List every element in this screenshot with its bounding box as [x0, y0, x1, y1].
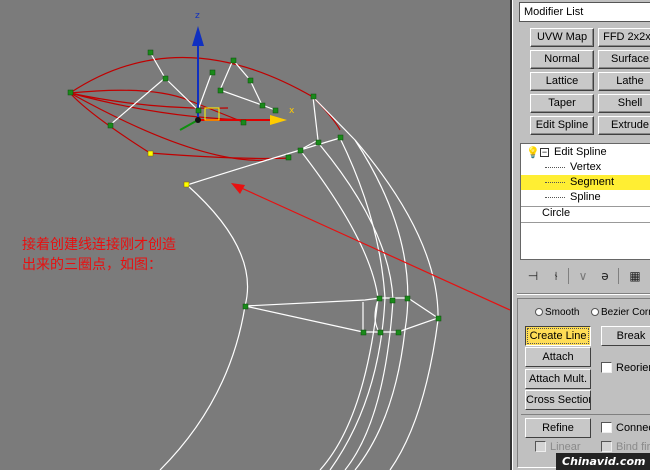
watermark: Chinavid.com [556, 453, 650, 470]
configure-modifier-sets-icon[interactable]: ▦ [626, 268, 644, 284]
modifier-button-extrude[interactable]: Extrude [598, 116, 650, 135]
attach-button[interactable]: Attach [525, 347, 591, 367]
stack-divider [521, 222, 650, 223]
stack-base-label: Circle [542, 207, 571, 219]
toolbar-separator [618, 268, 619, 284]
command-panel: Modifier List UVW Map FFD 2x2x2 Normal S… [512, 0, 650, 470]
spline-scene[interactable]: z x [0, 0, 510, 470]
radio-icon [535, 308, 543, 316]
transform-gizmo[interactable] [179, 26, 287, 131]
annotation-text-line2: 出来的三圈点，如图： [22, 257, 162, 273]
stack-subobject-segment[interactable]: Segment [521, 175, 650, 190]
checkbox-icon [601, 422, 612, 433]
refine-button[interactable]: Refine [525, 418, 591, 438]
linear-label: Linear [550, 441, 581, 453]
show-end-result-icon[interactable]: ⫮ [547, 268, 565, 284]
modifier-button-lattice[interactable]: Lattice [530, 72, 594, 91]
stack-subobject-label: Vertex [570, 161, 602, 173]
cross-section-button[interactable]: Cross Section [525, 390, 591, 410]
stack-item-edit-spline[interactable]: 💡 − Edit Spline [521, 145, 650, 160]
radio-bezier-label: Bezier Corner [601, 307, 650, 318]
radio-icon [591, 308, 599, 316]
modifier-button-uvw-map[interactable]: UVW Map [530, 28, 594, 47]
attach-mult-button[interactable]: Attach Mult. [525, 369, 591, 389]
stack-subobject-label: Spline [570, 191, 601, 203]
connect-checkbox[interactable]: Connect [601, 422, 650, 434]
annotation-text-line1: 接着创建线连接刚才创造 [22, 237, 176, 253]
stack-subobject-vertex[interactable]: Vertex [521, 160, 650, 175]
perspective-viewport[interactable]: z x 接着创建线连接刚才创造 出来的三圈点，如图： [0, 0, 510, 470]
connect-label: Connect [616, 422, 650, 434]
reorient-checkbox[interactable]: Reorient [601, 362, 650, 374]
stack-subobject-spline[interactable]: Spline [521, 190, 650, 205]
modifier-button-lathe[interactable]: Lathe [598, 72, 650, 91]
selected-vertices[interactable] [147, 150, 190, 188]
linear-checkbox[interactable]: Linear [535, 441, 581, 453]
modifier-button-normal[interactable]: Normal [530, 50, 594, 69]
rollout-divider [521, 414, 650, 415]
tree-line [545, 167, 565, 168]
tree-line [545, 197, 565, 198]
create-line-button[interactable]: Create Line [525, 326, 591, 346]
collapse-icon[interactable]: − [540, 148, 549, 157]
stack-toolbar: ⊣ ⫮ ∨ ə ▦ [520, 264, 650, 288]
checkbox-icon [601, 441, 612, 452]
reorient-label: Reorient [616, 362, 650, 374]
bind-first-label: Bind first [616, 441, 650, 453]
pin-stack-icon[interactable]: ⊣ [524, 268, 542, 284]
modifier-button-ffd[interactable]: FFD 2x2x2 [598, 28, 650, 47]
radio-bezier-corner[interactable]: Bezier Corner [591, 307, 650, 318]
checkbox-icon [535, 441, 546, 452]
modifier-button-shell[interactable]: Shell [598, 94, 650, 113]
toolbar-separator [568, 268, 569, 284]
modifier-button-edit-spline[interactable]: Edit Spline [530, 116, 594, 135]
remove-modifier-icon[interactable]: ə [596, 268, 614, 284]
annotation-arrow [231, 183, 510, 311]
modifier-button-surface[interactable]: Surface [598, 50, 650, 69]
modifier-button-taper[interactable]: Taper [530, 94, 594, 113]
panel-separator [517, 293, 650, 295]
radio-smooth-label: Smooth [545, 307, 580, 318]
tree-line [545, 182, 565, 183]
bind-first-checkbox[interactable]: Bind first [601, 441, 650, 453]
stack-modifier-label: Edit Spline [554, 146, 607, 158]
axis-z-label: z [195, 11, 200, 21]
modifier-list-dropdown[interactable]: Modifier List [519, 2, 650, 22]
modifier-stack[interactable]: 💡 − Edit Spline Vertex Segment Spline Ci… [520, 143, 650, 260]
checkbox-icon [601, 362, 612, 373]
stack-base-object[interactable]: Circle [521, 206, 650, 221]
radio-smooth[interactable]: Smooth [535, 307, 579, 318]
make-unique-icon[interactable]: ∨ [574, 268, 592, 284]
break-button[interactable]: Break [601, 326, 650, 346]
stack-subobject-label: Segment [570, 176, 615, 188]
axis-x-label: x [289, 106, 295, 116]
lightbulb-icon[interactable]: 💡 [526, 145, 540, 160]
